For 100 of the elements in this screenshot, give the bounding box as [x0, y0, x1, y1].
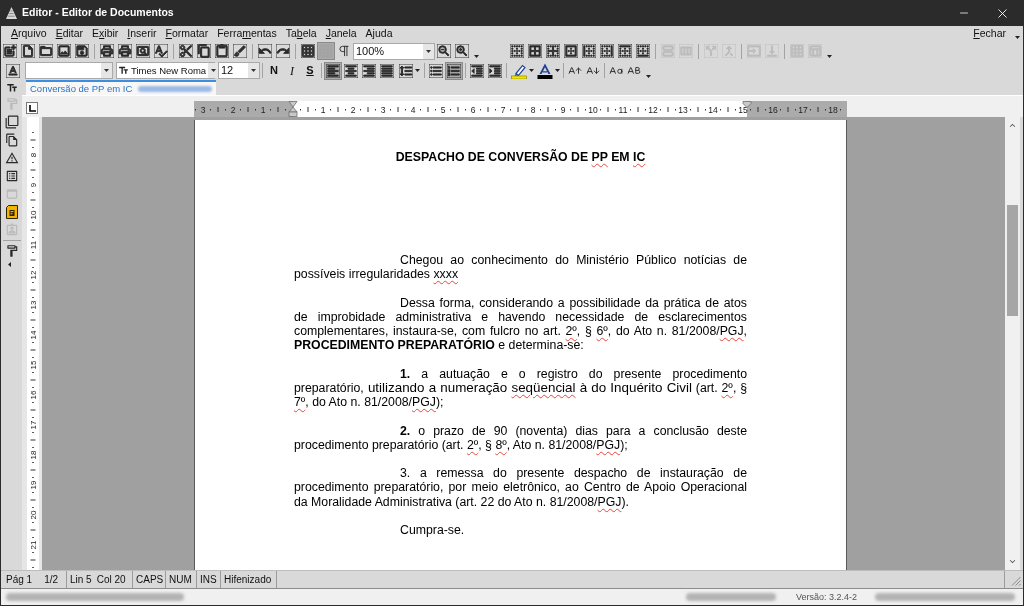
image-button[interactable]	[55, 42, 73, 60]
format-painter-button[interactable]	[231, 42, 249, 60]
align-left-button[interactable]	[324, 61, 342, 80]
new-from-template-button[interactable]	[1, 42, 19, 60]
copy-button[interactable]	[195, 42, 213, 60]
ruler-number: 5	[440, 104, 446, 115]
menu-item[interactable]: Exibir	[92, 28, 119, 39]
document-paragraph: Cumpra-se.	[399, 523, 466, 538]
arrow-into-box-icon	[747, 44, 761, 58]
person-document-icon	[4, 223, 19, 237]
font-combo[interactable]: Times New Roma	[116, 62, 215, 79]
zoom-combo[interactable]: 100%	[353, 42, 435, 60]
menu-item[interactable]: Janela	[325, 28, 357, 39]
status-text: NUM	[169, 574, 192, 585]
ruler-number: 17	[798, 104, 808, 115]
styles-button[interactable]	[4, 61, 22, 80]
bottom-border-button[interactable]	[634, 42, 652, 60]
document-tab[interactable]: Conversão de PP em IC	[26, 80, 217, 95]
arrow-down-to-line-icon	[765, 44, 779, 58]
menu-item[interactable]: Tabela	[285, 28, 317, 39]
grid-icon	[301, 44, 315, 58]
font-color-button[interactable]	[535, 61, 561, 80]
all-borders-button[interactable]	[526, 42, 544, 60]
ruler-number: 6	[470, 104, 476, 115]
indent-icon	[488, 63, 502, 78]
top-border-button[interactable]	[616, 42, 634, 60]
numbered-list-button[interactable]	[445, 61, 463, 80]
ruler-number: 18	[828, 104, 838, 115]
resize-grip-icon[interactable]	[1011, 576, 1021, 586]
caret-down-icon	[414, 69, 420, 72]
ruler-number: 7	[500, 104, 506, 115]
paste-button[interactable]	[213, 42, 231, 60]
document-paragraph: 1. a autuação e o registro do presente procedimento preparatório, utilizando a numeração seqüencial à do Inquérito Civil (art. 2º, § 7º, do Ato n. 81/2008/PGJ);	[294, 366, 747, 410]
menu-item[interactable]: Ajuda	[365, 28, 393, 39]
menu-item[interactable]: Formatar	[165, 28, 209, 39]
open-button[interactable]	[37, 42, 55, 60]
undo-button[interactable]	[256, 42, 274, 60]
right-border-button[interactable]	[598, 42, 616, 60]
undo-icon	[258, 44, 272, 58]
underline-button[interactable]: S	[301, 61, 319, 80]
tab-stop-icon	[28, 104, 36, 112]
ruler-number: 2	[350, 104, 356, 115]
align-right-button[interactable]	[360, 61, 378, 80]
zoom-in-button[interactable]	[453, 42, 471, 60]
save-button[interactable]	[73, 42, 91, 60]
italic-button[interactable]: I	[283, 61, 301, 80]
cut-button[interactable]	[177, 42, 195, 60]
menu-item[interactable]: Ferramentas	[217, 28, 277, 39]
ruler-number: 2	[230, 104, 236, 115]
document-paragraph: 3. a remessa do presente despacho de instauração de procedimento preparatório, por meio eletrônico, ao Centro de Apoio Operacional da Moralidade Administrativa (art. 22 do Ato n. 81/2008/PGJ).	[294, 466, 747, 509]
indent-marker[interactable]	[288, 101, 298, 117]
menu-item[interactable]: Inserir	[127, 28, 157, 39]
scrollbar-thumb[interactable]	[1007, 205, 1018, 316]
clear-borders-button[interactable]	[508, 42, 526, 60]
quick-print-button[interactable]	[116, 42, 134, 60]
left-border-button[interactable]	[580, 42, 598, 60]
inner-borders-button[interactable]	[544, 42, 562, 60]
caret-down-icon	[473, 55, 479, 58]
justify-button[interactable]	[378, 61, 396, 80]
copy-icon	[197, 44, 211, 58]
print-button[interactable]	[98, 42, 116, 60]
print-preview-button[interactable]	[134, 42, 152, 60]
warning-icon	[4, 151, 19, 165]
numbered-list-icon	[447, 63, 461, 78]
caret-down-icon	[554, 69, 560, 72]
status-text: CAPS	[136, 574, 164, 585]
right-indent-marker[interactable]	[742, 101, 752, 108]
tab-stop-button[interactable]	[26, 102, 38, 114]
font-size-combo[interactable]: 12	[218, 62, 260, 79]
menu-item[interactable]: Editar	[55, 28, 84, 39]
decrease-indent-button[interactable]	[468, 61, 486, 80]
window-title: Editor - Editor de Documentos	[22, 5, 174, 21]
ruler-number: 18	[29, 450, 38, 460]
new-document-button[interactable]	[19, 42, 37, 60]
bullet-list-icon	[429, 63, 443, 78]
close-document-menu-item[interactable]: Fechar	[973, 28, 1006, 39]
table-icon	[808, 44, 822, 58]
menu-item[interactable]: Arquivo	[11, 28, 47, 39]
caret-left-icon	[7, 261, 11, 267]
vertical-scrollbar[interactable]	[1005, 117, 1020, 570]
ruler-number: 15	[29, 360, 38, 370]
insert-table-button[interactable]	[299, 42, 317, 60]
inner-borders-icon	[546, 44, 560, 58]
ruler-number: 14	[708, 104, 718, 115]
ruler-number: 12	[29, 270, 38, 280]
bold-button[interactable]: N	[265, 61, 283, 80]
document-tile-icon	[5, 205, 18, 219]
split-arrows-icon	[704, 44, 718, 58]
spelling-button[interactable]	[152, 42, 170, 60]
zoom-out-button[interactable]	[435, 42, 453, 60]
folder-icon	[39, 44, 53, 58]
increase-indent-button[interactable]	[486, 61, 504, 80]
redo-button[interactable]	[274, 42, 292, 60]
outer-border-button[interactable]	[562, 42, 580, 60]
ruler-number: 11	[618, 104, 628, 115]
line-spacing-button[interactable]	[396, 61, 422, 80]
align-center-button[interactable]	[342, 61, 360, 80]
bullet-list-button[interactable]	[427, 61, 445, 80]
redo-icon	[276, 44, 290, 58]
brush-icon	[233, 44, 247, 58]
